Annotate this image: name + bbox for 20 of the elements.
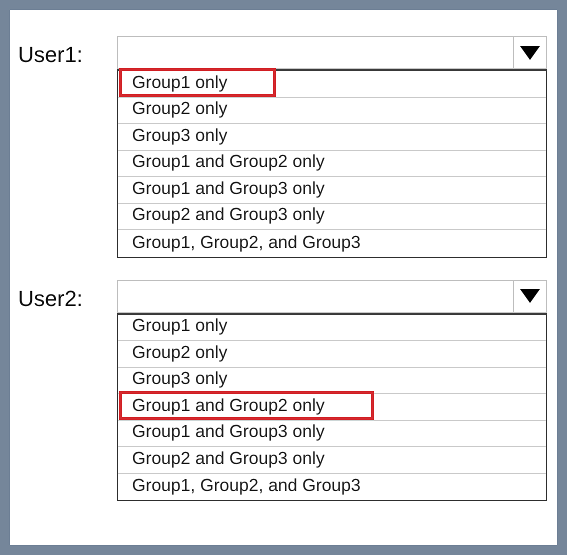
dropdown-option[interactable]: Group2 and Group3 only: [119, 444, 338, 472]
dropdown-field[interactable]: [117, 280, 547, 312]
dropdown-option[interactable]: Group3 only: [119, 120, 240, 150]
dropdown-arrow-icon[interactable]: [520, 289, 540, 303]
dropdown-option[interactable]: Group1 and Group2 only: [119, 390, 374, 420]
dropdown-option[interactable]: Group1, Group2, and Group3: [119, 471, 374, 500]
dropdown-option[interactable]: Group2 only: [119, 338, 240, 366]
dropdown-option[interactable]: Group1 and Group3 only: [119, 174, 338, 202]
dropdown-option[interactable]: Group1 only: [119, 68, 276, 96]
dropdown-option[interactable]: Group3 only: [119, 364, 240, 393]
field-label: User1:: [18, 41, 84, 68]
dropdown-option[interactable]: Group2 only: [119, 94, 240, 123]
dropdown-option[interactable]: Group1, Group2, and Group3: [119, 228, 374, 256]
field-label: User2:: [18, 284, 84, 312]
dropdown-option[interactable]: Group1 only: [119, 311, 240, 340]
dropdown-option[interactable]: Group1 and Group3 only: [119, 417, 338, 446]
dropdown-field[interactable]: [117, 36, 547, 69]
dropdown-arrow-icon[interactable]: [520, 46, 540, 60]
dropdown-option[interactable]: Group1 and Group2 only: [119, 147, 338, 176]
dropdown-option[interactable]: Group2 and Group3 only: [119, 200, 338, 229]
